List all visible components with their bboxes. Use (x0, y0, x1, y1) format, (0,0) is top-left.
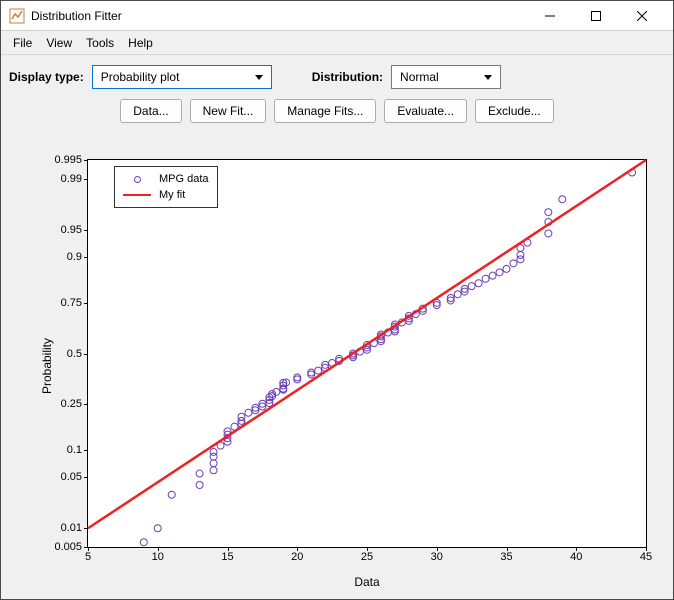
plot-canvas (88, 160, 646, 547)
minimize-button[interactable] (527, 1, 573, 31)
new-fit-button[interactable]: New Fit... (190, 99, 267, 123)
y-tick-label: 0.995 (54, 154, 82, 166)
legend-entry-data: MPG data (123, 171, 209, 187)
data-point (210, 467, 217, 474)
data-point (510, 260, 517, 267)
distribution-dropdown[interactable]: Normal (391, 65, 501, 89)
display-type-value: Probability plot (101, 70, 180, 84)
y-tick-label: 0.05 (61, 471, 82, 483)
data-point (559, 196, 566, 203)
display-type-label: Display type: (9, 70, 84, 84)
x-tick-label: 10 (152, 551, 164, 563)
evaluate-button[interactable]: Evaluate... (384, 99, 467, 123)
data-button[interactable]: Data... (120, 99, 181, 123)
legend-label-fit: My fit (159, 189, 185, 201)
maximize-button[interactable] (573, 1, 619, 31)
button-row: Data... New Fit... Manage Fits... Evalua… (1, 99, 673, 133)
data-point (545, 209, 552, 216)
data-point (315, 367, 322, 374)
data-point (454, 291, 461, 298)
axes[interactable]: MPG data My fit 0.0050.010.050.10.250.50… (87, 159, 647, 548)
legend-label-data: MPG data (159, 173, 209, 185)
x-tick-label: 15 (221, 551, 233, 563)
data-point (482, 275, 489, 282)
close-button[interactable] (619, 1, 665, 31)
x-tick-label: 45 (640, 551, 652, 563)
x-tick-label: 20 (291, 551, 303, 563)
data-point (489, 272, 496, 279)
y-axis-label: Probability (40, 338, 54, 394)
titlebar[interactable]: Distribution Fitter (1, 1, 673, 31)
x-tick-label: 5 (85, 551, 91, 563)
data-point (475, 280, 482, 287)
legend-entry-fit: My fit (123, 187, 209, 203)
data-point (517, 252, 524, 259)
distribution-value: Normal (400, 70, 439, 84)
y-tick-label: 0.5 (67, 348, 82, 360)
window-title: Distribution Fitter (31, 9, 527, 23)
y-tick-label: 0.95 (61, 224, 82, 236)
legend-marker-scatter-icon (123, 176, 151, 183)
x-tick-label: 35 (500, 551, 512, 563)
menu-tools[interactable]: Tools (80, 34, 120, 52)
exclude-button[interactable]: Exclude... (475, 99, 554, 123)
display-type-dropdown[interactable]: Probability plot (92, 65, 272, 89)
distribution-label: Distribution: (312, 70, 383, 84)
data-point (196, 482, 203, 489)
data-point (196, 470, 203, 477)
x-axis-label: Data (87, 575, 647, 589)
y-tick-label: 0.75 (61, 297, 82, 309)
y-tick-label: 0.99 (61, 173, 82, 185)
menubar: File View Tools Help (1, 31, 673, 55)
x-tick-label: 40 (570, 551, 582, 563)
plot-area: Probability Data MPG data My fit 0.0050.… (7, 139, 667, 593)
app-icon (9, 8, 25, 24)
data-point (154, 525, 161, 532)
legend-marker-line-icon (123, 194, 151, 196)
x-tick-label: 25 (361, 551, 373, 563)
y-tick-label: 0.25 (61, 398, 82, 410)
manage-fits-button[interactable]: Manage Fits... (274, 99, 376, 123)
data-point (238, 413, 245, 420)
data-point (210, 460, 217, 467)
menu-file[interactable]: File (7, 34, 38, 52)
y-tick-label: 0.9 (67, 251, 82, 263)
fit-line (88, 160, 646, 528)
x-tick-label: 30 (431, 551, 443, 563)
menu-view[interactable]: View (40, 34, 78, 52)
data-point (545, 230, 552, 237)
data-point (503, 265, 510, 272)
legend[interactable]: MPG data My fit (114, 166, 218, 208)
data-point (168, 491, 175, 498)
y-tick-label: 0.005 (54, 541, 82, 553)
y-tick-label: 0.1 (67, 444, 82, 456)
y-tick-label: 0.01 (61, 522, 82, 534)
data-point (468, 283, 475, 290)
data-point (210, 448, 217, 455)
app-window: Distribution Fitter File View Tools Help… (0, 0, 674, 600)
data-point (140, 539, 147, 546)
data-point (245, 409, 252, 416)
menu-help[interactable]: Help (122, 34, 159, 52)
data-point (496, 269, 503, 276)
data-point (273, 388, 280, 395)
toolbar: Display type: Probability plot Distribut… (1, 55, 673, 99)
